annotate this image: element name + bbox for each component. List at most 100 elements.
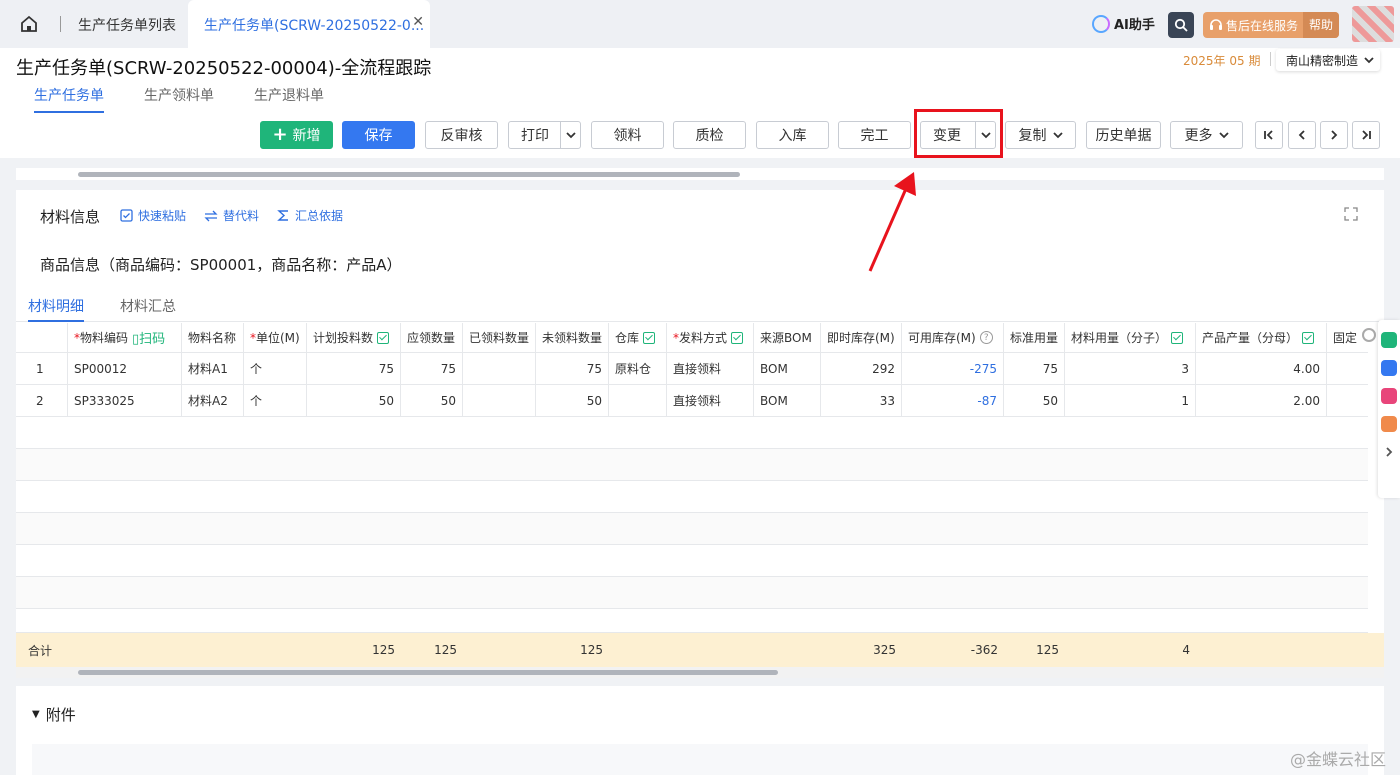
company-selector[interactable]: 南山精密制造	[1276, 49, 1381, 71]
cell-bom[interactable]: BOM	[754, 353, 821, 384]
cell-should[interactable]: 50	[401, 385, 463, 416]
home-icon[interactable]	[18, 13, 40, 35]
col-plan[interactable]: 计划投料数	[307, 323, 401, 352]
help-circle-icon[interactable]: ?	[979, 331, 993, 344]
cell-picked[interactable]	[463, 385, 536, 416]
clipboard-icon[interactable]	[1381, 388, 1397, 404]
col-avail[interactable]: 可用库存(M)?	[902, 323, 1004, 352]
cell-code[interactable]: SP333025	[68, 385, 182, 416]
subtab-return[interactable]: 生产退料单	[254, 85, 324, 113]
col-picked[interactable]: 已领料数量	[463, 323, 536, 352]
quick-paste-link[interactable]: 快速粘贴	[120, 207, 186, 224]
attachments-dropzone[interactable]	[32, 744, 1368, 775]
cell-stock[interactable]: 33	[821, 385, 902, 416]
empty-row[interactable]	[16, 513, 1368, 545]
cell-mol[interactable]: 1	[1065, 385, 1196, 416]
col-unit[interactable]: * 单位(M)	[244, 323, 307, 352]
col-should[interactable]: 应领数量	[401, 323, 463, 352]
question-icon[interactable]	[1381, 332, 1397, 348]
cell-den[interactable]: 4.00	[1196, 353, 1327, 384]
cell-den[interactable]: 2.00	[1196, 385, 1327, 416]
new-button[interactable]: + 新增	[260, 121, 333, 149]
cell-plan[interactable]: 50	[307, 385, 401, 416]
horizontal-scrollbar-grid[interactable]	[16, 667, 1384, 678]
history-button[interactable]: 历史单据	[1086, 121, 1161, 149]
fullscreen-icon[interactable]	[1344, 207, 1358, 221]
table-row[interactable]: 1 SP00012 材料A1 个 75 75 75 原料仓 直接领料 BOM 2…	[16, 353, 1368, 385]
close-icon[interactable]: ✕	[412, 14, 424, 30]
tab-material-summary[interactable]: 材料汇总	[120, 296, 176, 322]
cell-unit[interactable]: 个	[244, 353, 307, 384]
cell-avail[interactable]: -275	[902, 353, 1004, 384]
cell-fixed[interactable]	[1327, 385, 1368, 416]
tab-material-detail[interactable]: 材料明细	[28, 296, 84, 322]
cell-method[interactable]: 直接领料	[667, 385, 754, 416]
chevron-right-icon[interactable]	[1384, 446, 1394, 458]
col-stock[interactable]: 即时库存(M)	[821, 323, 902, 352]
cell-code[interactable]: SP00012	[68, 353, 182, 384]
cell-fixed[interactable]	[1327, 353, 1368, 384]
gift-icon[interactable]	[1381, 416, 1397, 432]
checkbox-icon[interactable]	[377, 331, 390, 344]
checkbox-icon[interactable]	[731, 331, 744, 344]
checkbox-icon[interactable]	[643, 331, 656, 344]
ai-assistant-button[interactable]: AI助手	[1092, 14, 1155, 33]
subtab-task[interactable]: 生产任务单	[34, 85, 104, 113]
avatar[interactable]	[1352, 6, 1394, 42]
checkbox-icon[interactable]	[1171, 331, 1184, 344]
cell-mol[interactable]: 3	[1065, 353, 1196, 384]
attachments-toggle[interactable]: ▼ 附件	[32, 704, 76, 725]
column-settings-icon[interactable]	[1362, 328, 1376, 342]
horizontal-scrollbar-top[interactable]	[16, 168, 1384, 180]
cell-unpicked[interactable]: 75	[536, 353, 609, 384]
help-button[interactable]: 帮助	[1303, 12, 1339, 38]
search-button[interactable]	[1168, 12, 1194, 38]
qc-button[interactable]: 质检	[673, 121, 746, 149]
empty-row[interactable]	[16, 417, 1368, 449]
prev-record-button[interactable]	[1288, 121, 1316, 149]
cell-name[interactable]: 材料A2	[182, 385, 244, 416]
finish-button[interactable]: 完工	[838, 121, 911, 149]
cell-unit[interactable]: 个	[244, 385, 307, 416]
col-bom[interactable]: 来源BOM	[754, 323, 821, 352]
save-button[interactable]: 保存	[342, 121, 415, 149]
online-service-button[interactable]: 售后在线服务 帮助	[1203, 12, 1339, 38]
last-record-button[interactable]	[1352, 121, 1380, 149]
more-button[interactable]: 更多	[1170, 121, 1243, 149]
tab-task-detail[interactable]: 生产任务单(SCRW-20250522-0... ✕	[188, 0, 430, 48]
cell-stock[interactable]: 292	[821, 353, 902, 384]
col-method[interactable]: * 发料方式	[667, 323, 754, 352]
scan-button[interactable]: ▯扫码	[132, 328, 165, 347]
stock-in-button[interactable]: 入库	[756, 121, 829, 149]
print-button[interactable]: 打印	[508, 121, 581, 149]
change-button[interactable]: 变更	[920, 121, 996, 149]
cell-unpicked[interactable]: 50	[536, 385, 609, 416]
col-code[interactable]: * 物料编码 ▯扫码	[68, 323, 182, 352]
cell-picked[interactable]	[463, 353, 536, 384]
chat-icon[interactable]	[1381, 360, 1397, 376]
cell-std[interactable]: 50	[1004, 385, 1065, 416]
chevron-down-icon[interactable]	[975, 122, 995, 148]
empty-row[interactable]	[16, 449, 1368, 481]
table-row[interactable]: 2 SP333025 材料A2 个 50 50 50 直接领料 BOM 33 -…	[16, 385, 1368, 417]
unaudit-button[interactable]: 反审核	[425, 121, 498, 149]
col-mol[interactable]: 材料用量（分子）	[1065, 323, 1196, 352]
chevron-down-icon[interactable]	[560, 122, 580, 148]
cell-plan[interactable]: 75	[307, 353, 401, 384]
cell-name[interactable]: 材料A1	[182, 353, 244, 384]
cell-should[interactable]: 75	[401, 353, 463, 384]
checkbox-icon[interactable]	[1302, 331, 1315, 344]
tab-task-list[interactable]: 生产任务单列表	[78, 15, 176, 35]
empty-row[interactable]	[16, 609, 1368, 633]
cell-bom[interactable]: BOM	[754, 385, 821, 416]
scrollbar-thumb[interactable]	[78, 172, 740, 177]
col-std[interactable]: 标准用量	[1004, 323, 1065, 352]
cell-warehouse[interactable]: 原料仓	[609, 353, 667, 384]
subtab-pick[interactable]: 生产领料单	[144, 85, 214, 113]
substitute-link[interactable]: 替代料	[204, 207, 259, 224]
pick-material-button[interactable]: 领料	[591, 121, 664, 149]
scrollbar-thumb[interactable]	[78, 670, 778, 675]
empty-row[interactable]	[16, 481, 1368, 513]
col-unpicked[interactable]: 未领料数量	[536, 323, 609, 352]
col-warehouse[interactable]: 仓库	[609, 323, 667, 352]
